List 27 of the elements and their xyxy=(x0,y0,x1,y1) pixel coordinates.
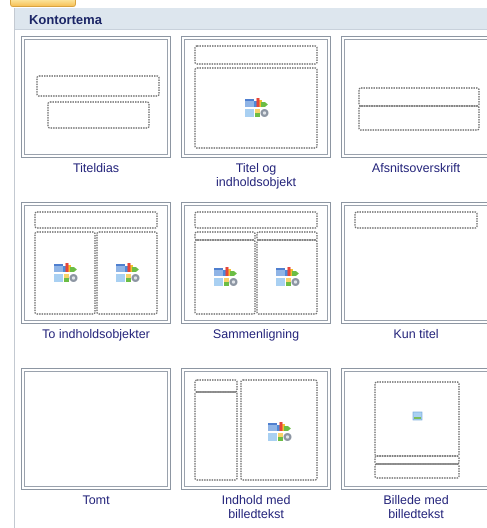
layout-label: Billede med billedtekst xyxy=(383,493,449,521)
layout-label: Indhold med billedtekst xyxy=(222,493,290,521)
layout-thumbnail[interactable] xyxy=(181,36,331,158)
picture-icon xyxy=(412,412,422,420)
gallery-title: Kontortema xyxy=(29,12,102,28)
content-icon xyxy=(54,263,78,282)
layout-label: To indholdsobjekter xyxy=(42,327,150,341)
layout-thumbnail[interactable] xyxy=(181,202,331,324)
layout-thumbnail[interactable] xyxy=(21,202,171,324)
layout-thumbnail[interactable] xyxy=(341,202,487,324)
layout-label: Sammenligning xyxy=(212,327,300,341)
layout-thumbnail[interactable] xyxy=(181,368,331,490)
layout-thumbnail[interactable] xyxy=(341,368,487,490)
content-icon xyxy=(214,267,238,286)
content-icon xyxy=(276,267,300,286)
layout-label: Kun titel xyxy=(393,327,439,341)
layout-label: Titeldias xyxy=(72,161,120,175)
ribbon-tab[interactable] xyxy=(10,0,76,7)
layout-thumbnail[interactable] xyxy=(341,36,487,158)
content-icon xyxy=(245,98,268,117)
content-icon xyxy=(116,263,140,282)
layout-label: Afsnitsoverskrift xyxy=(372,161,460,175)
layout-label: Titel og indholdsobjekt xyxy=(216,161,296,189)
content-icon xyxy=(268,422,292,441)
layout-thumbnail[interactable] xyxy=(21,368,171,490)
layout-thumbnail[interactable] xyxy=(21,36,171,158)
layout-label: Tomt xyxy=(82,493,110,507)
